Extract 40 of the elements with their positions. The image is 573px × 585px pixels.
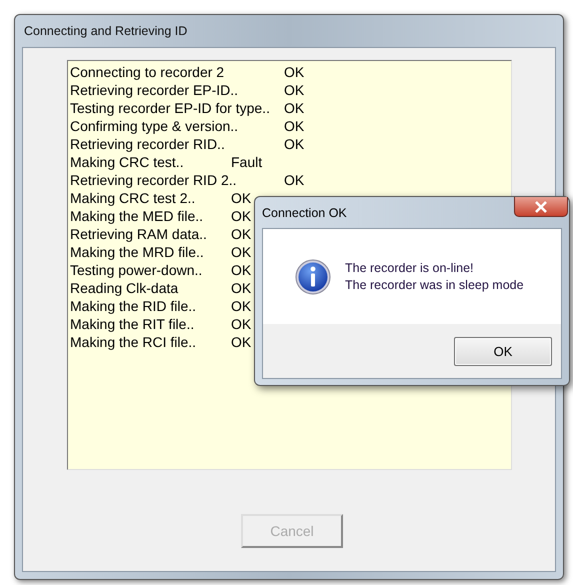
log-step: Retrieving recorder RID 2..: [70, 171, 237, 189]
log-status: Fault: [231, 153, 262, 171]
log-step: Connecting to recorder 2: [70, 63, 224, 81]
log-step: Retrieving recorder RID..: [70, 135, 225, 153]
log-status: OK: [231, 225, 252, 243]
log-status: OK: [284, 135, 304, 153]
log-step: Retrieving RAM data..: [70, 225, 207, 243]
dialog-message: The recorder was in sleep mode: [345, 276, 524, 294]
log-step: Testing recorder EP-ID for type..: [70, 99, 270, 117]
log-step: Confirming type & version..: [70, 117, 238, 135]
log-step: Reading Clk-data: [70, 279, 178, 297]
log-step: Retrieving recorder EP-ID..: [70, 81, 238, 99]
log-step: Making the MRD file..: [70, 243, 204, 261]
close-button[interactable]: [514, 197, 568, 217]
log-status: OK: [231, 261, 252, 279]
log-step: Making the RID file..: [70, 297, 196, 315]
log-status: OK: [231, 333, 252, 351]
log-step: Making the RIT file..: [70, 315, 194, 333]
dialog-message: The recorder is on-line!: [345, 260, 475, 276]
log-step: Testing power-down..: [70, 261, 202, 279]
log-step: Making the RCI file..: [70, 333, 196, 351]
log-status: OK: [231, 243, 252, 261]
log-status: OK: [231, 297, 252, 315]
ok-button[interactable]: OK: [454, 336, 552, 366]
log-status: OK: [284, 171, 304, 189]
window-title: Connecting and Retrieving ID: [23, 23, 188, 40]
log-status: OK: [284, 81, 304, 99]
log-step: Making the MED file..: [70, 207, 204, 225]
dialog-title: Connection OK: [262, 206, 347, 220]
log-status: OK: [284, 63, 304, 81]
log-status: OK: [231, 189, 252, 207]
log-status: OK: [284, 117, 304, 135]
log-status: OK: [284, 99, 304, 117]
log-step: Making CRC test..: [70, 153, 184, 171]
close-icon: [534, 200, 548, 212]
log-status: OK: [231, 279, 252, 297]
log-step: Making CRC test 2..: [70, 189, 196, 207]
log-status: OK: [231, 315, 252, 333]
info-icon: [295, 258, 331, 294]
log-status: OK: [231, 207, 252, 225]
